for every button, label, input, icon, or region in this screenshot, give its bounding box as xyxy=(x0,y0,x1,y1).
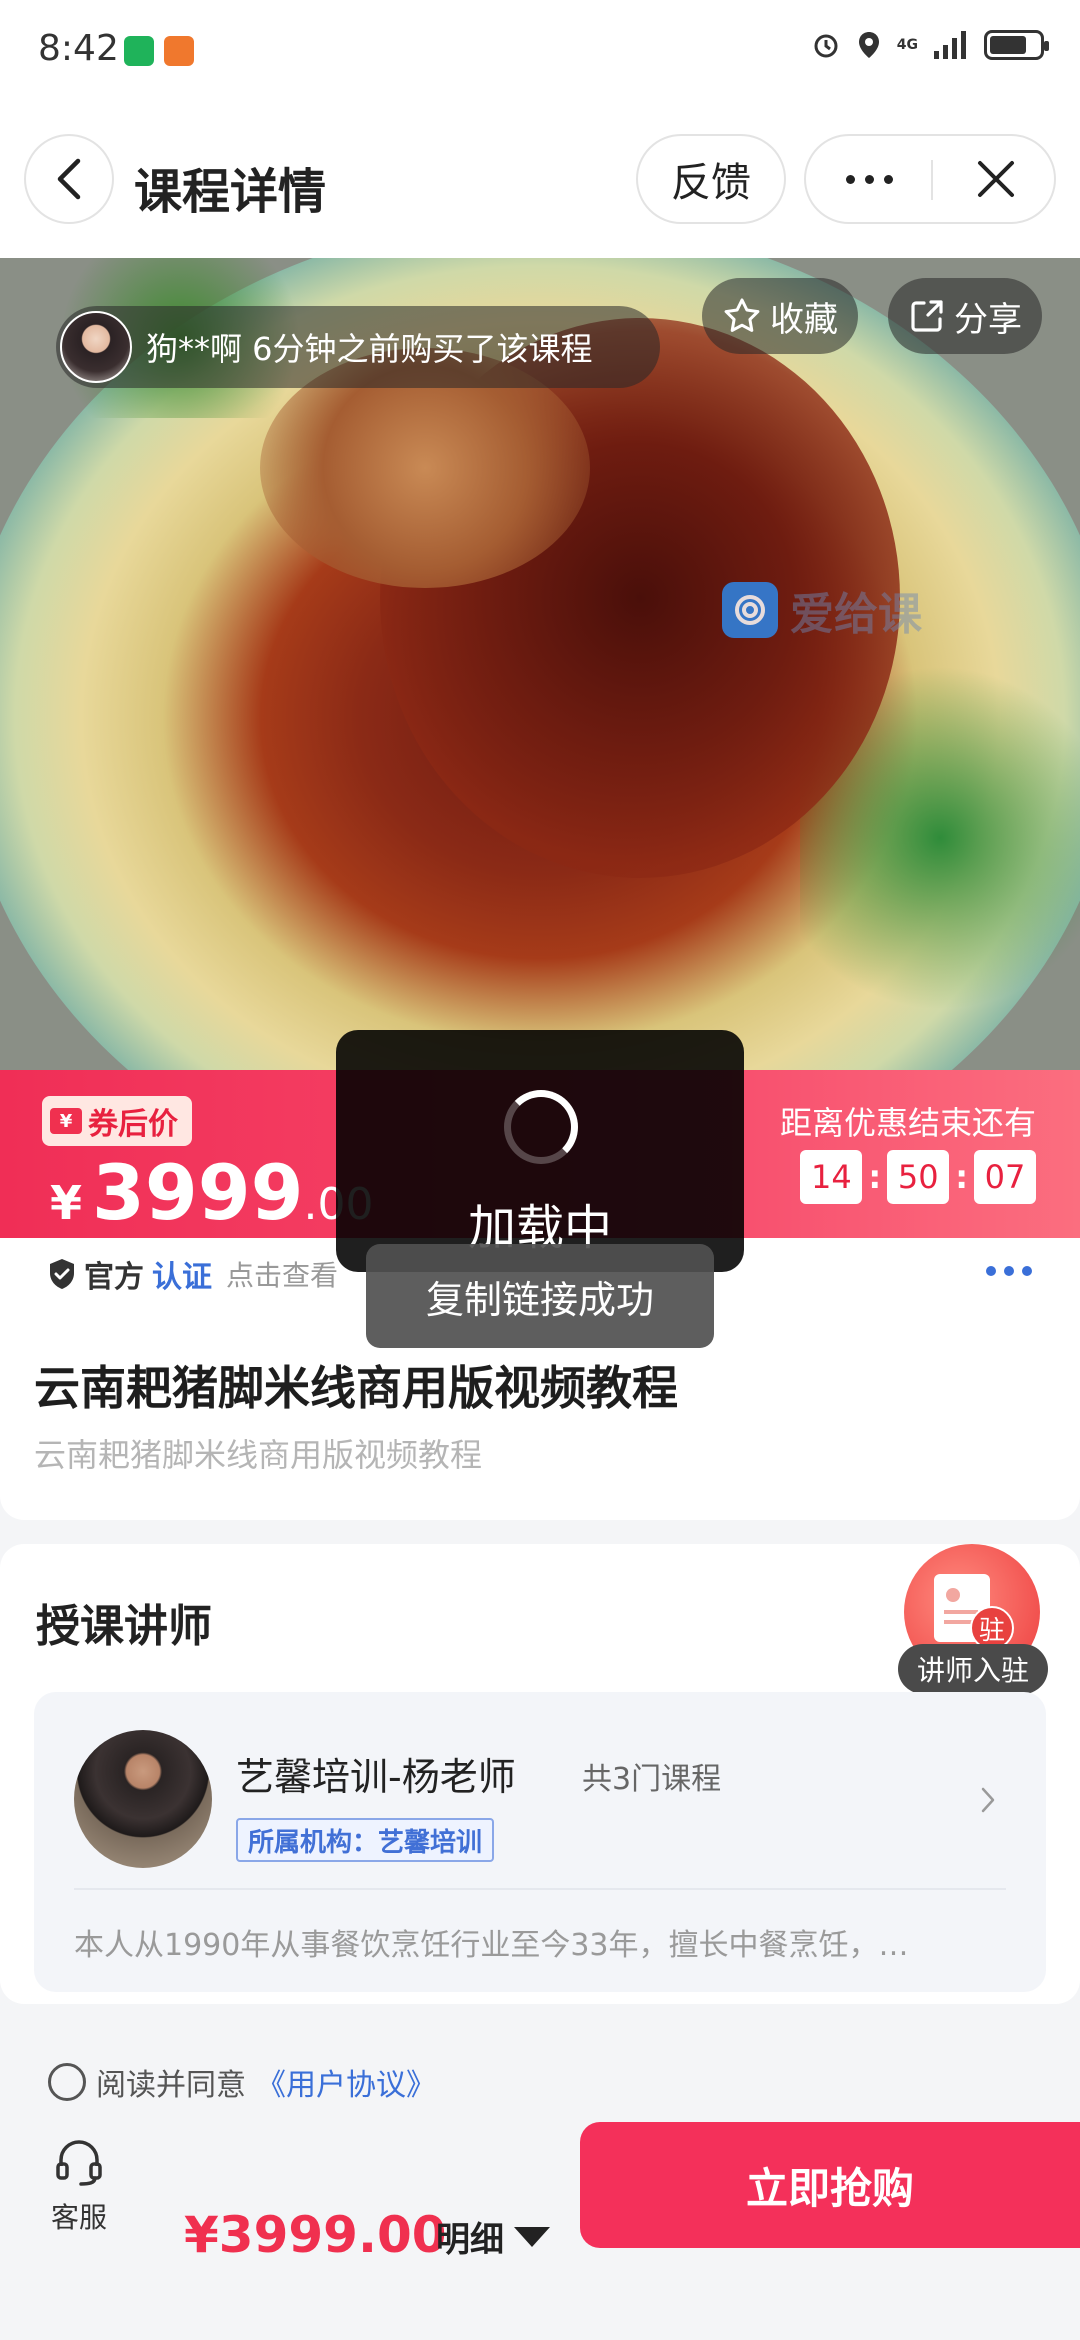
teacher-name: 艺馨培训-杨老师 xyxy=(236,1755,516,1799)
section-title: 授课讲师 xyxy=(36,1601,212,1652)
shield-check-icon xyxy=(50,1259,74,1289)
more-button[interactable] xyxy=(806,136,932,222)
caret-down-icon xyxy=(514,2226,550,2247)
coupon-yen-icon: ¥ xyxy=(50,1108,82,1134)
instructor-section: 授课讲师 驻 讲师入驻 艺馨培训-杨老师 共3门课程 所属机构：艺馨培训 本人从… xyxy=(0,1544,1080,2004)
teacher-avatar xyxy=(74,1730,212,1868)
close-icon xyxy=(977,161,1014,197)
price-detail-button[interactable]: 明细 xyxy=(436,2212,550,2261)
coupon-price-label: 券后价 xyxy=(88,1107,178,1142)
copy-success-toast: 复制链接成功 xyxy=(366,1244,714,1348)
chevron-left-icon xyxy=(57,158,81,200)
teacher-bio: 本人从1990年从事餐饮烹饪行业至今33年，擅长中餐烹饪，… xyxy=(74,1928,909,1963)
countdown-hours: 14 xyxy=(800,1150,863,1204)
share-button[interactable]: 分享 xyxy=(888,278,1042,354)
price-detail-label: 明细 xyxy=(436,2220,504,2260)
course-cover-image[interactable]: 爱给课 狗**啊 6分钟之前购买了该课程 收藏 分享 xyxy=(0,258,1080,1070)
location-icon xyxy=(858,32,879,58)
spinner-icon xyxy=(504,1090,578,1164)
purchase-notice: 狗**啊 6分钟之前购买了该课程 xyxy=(56,306,660,388)
teacher-card[interactable]: 艺馨培训-杨老师 共3门课程 所属机构：艺馨培训 本人从1990年从事餐饮烹饪行… xyxy=(34,1692,1046,1992)
mini-app-capsule xyxy=(804,134,1056,224)
status-time: 8:42 xyxy=(38,28,119,69)
countdown-minutes: 50 xyxy=(887,1150,950,1204)
teacher-course-count: 共3门课程 xyxy=(582,1762,722,1797)
watermark-text: 爱给课 xyxy=(790,589,922,640)
countdown-seconds: 07 xyxy=(974,1150,1036,1204)
total-price: ¥3999.00 xyxy=(184,2206,447,2264)
alarm-icon xyxy=(814,34,838,58)
signal-icon xyxy=(934,31,966,59)
agreement-text: 阅读并同意 xyxy=(96,2068,246,2103)
page-title: 课程详情 xyxy=(134,164,327,220)
instructor-join-button[interactable]: 驻 讲师入驻 xyxy=(898,1544,1048,1694)
countdown-separator: : xyxy=(955,1158,968,1196)
status-bar: 8:42 4G xyxy=(0,0,1080,100)
status-icons: 4G xyxy=(811,30,1049,60)
course-title: 云南耙猪脚米线商用版视频教程 xyxy=(34,1361,678,1415)
countdown-separator: : xyxy=(868,1158,882,1196)
countdown-timer: 14 : 50 : 07 xyxy=(800,1150,1036,1204)
headset-icon xyxy=(56,2140,102,2186)
share-label: 分享 xyxy=(954,299,1022,340)
battery-icon xyxy=(984,30,1049,60)
view-details-link[interactable]: 点击查看 xyxy=(226,1254,338,1294)
back-button[interactable] xyxy=(24,134,114,224)
feedback-button[interactable]: 反馈 xyxy=(636,134,786,224)
official-label: 官方 xyxy=(84,1260,144,1295)
buy-now-button[interactable]: 立即抢购 xyxy=(580,2122,1080,2248)
more-icon xyxy=(845,174,855,184)
currency-symbol: ¥ xyxy=(50,1176,83,1230)
app-notification-icon xyxy=(124,36,154,66)
watermark: 爱给课 xyxy=(722,578,922,642)
join-label: 讲师入驻 xyxy=(898,1644,1048,1694)
coupon-price-tag: ¥ 券后价 xyxy=(42,1096,192,1146)
share-icon xyxy=(911,300,943,332)
network-label: 4G xyxy=(896,37,918,53)
customer-service-label: 客服 xyxy=(50,2201,107,2234)
certified-label: 认证 xyxy=(152,1260,212,1295)
teacher-org-tag: 所属机构：艺馨培训 xyxy=(236,1818,495,1862)
star-icon xyxy=(724,298,760,332)
course-subtitle: 云南耙猪脚米线商用版视频教程 xyxy=(34,1436,483,1474)
more-dots-icon[interactable] xyxy=(986,1266,1032,1276)
countdown-title: 距离优惠结束还有 xyxy=(779,1104,1036,1142)
agreement-checkbox[interactable] xyxy=(48,2063,86,2101)
chevron-right-icon xyxy=(981,1787,995,1813)
agreement-row: 阅读并同意 《用户协议》 xyxy=(48,2060,436,2104)
app-notification-icon xyxy=(164,36,194,66)
official-certification[interactable]: 官方 认证 点击查看 xyxy=(48,1252,338,1296)
customer-service-button[interactable]: 客服 xyxy=(44,2136,114,2236)
favorite-label: 收藏 xyxy=(770,299,838,340)
loading-toast: 加载中 xyxy=(336,1030,744,1272)
buyer-avatar xyxy=(60,311,132,383)
price-integer: 3999 xyxy=(92,1148,304,1237)
user-agreement-link[interactable]: 《用户协议》 xyxy=(256,2060,436,2104)
current-price: ¥ 3999 .00 xyxy=(50,1148,374,1237)
close-button[interactable] xyxy=(933,136,1058,222)
favorite-button[interactable]: 收藏 xyxy=(702,278,858,354)
top-nav: 课程详情 反馈 xyxy=(0,100,1080,258)
purchase-notice-text: 狗**啊 6分钟之前购买了该课程 xyxy=(146,330,593,368)
watermark-logo-icon xyxy=(722,582,778,638)
bottom-action-bar: 客服 ¥3999.00 明细 立即抢购 xyxy=(0,2116,1080,2340)
divider xyxy=(74,1888,1006,1890)
